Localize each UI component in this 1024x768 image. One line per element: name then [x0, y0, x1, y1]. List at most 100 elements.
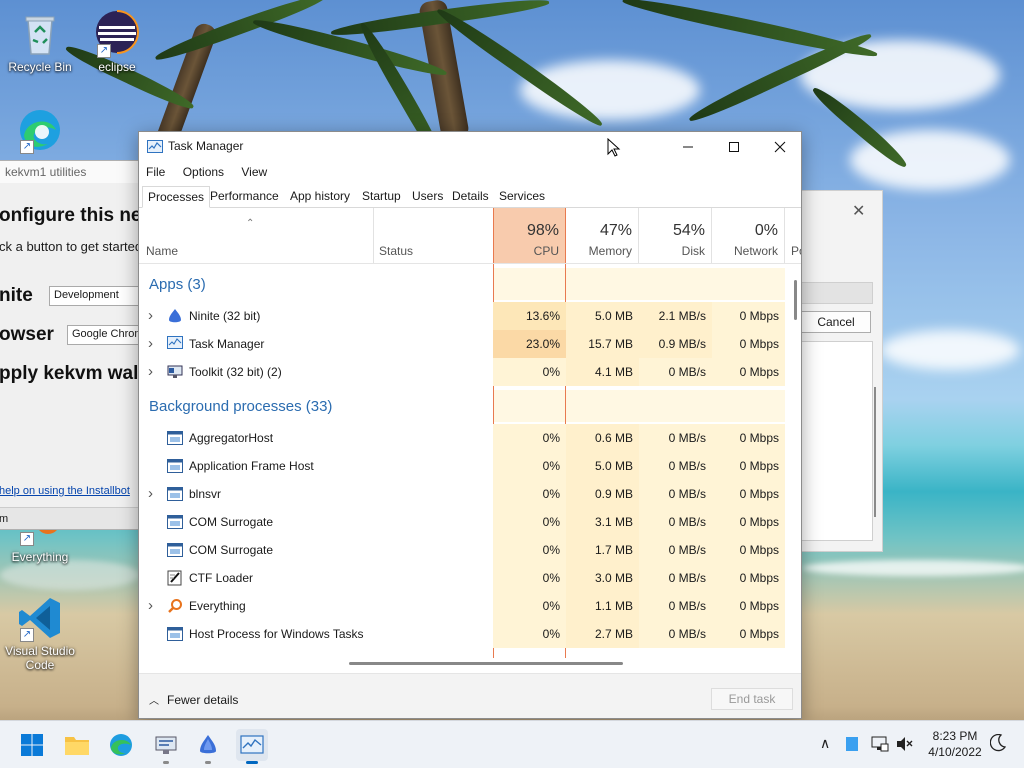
taskbar-edge[interactable]: [105, 729, 137, 761]
tab-startup[interactable]: Startup: [357, 186, 406, 208]
process-disk: 0 MB/s: [639, 424, 712, 452]
end-task-button[interactable]: End task: [711, 688, 793, 710]
process-cpu: 0%: [493, 536, 566, 564]
process-disk: 0 MB/s: [639, 592, 712, 620]
process-memory: 4.1 MB: [566, 358, 639, 386]
title-bar[interactable]: Task Manager: [139, 132, 801, 162]
cancel-button[interactable]: Cancel: [801, 311, 871, 333]
tab-processes[interactable]: Processes: [142, 186, 211, 208]
desktop-icon-recycle-bin[interactable]: Recycle Bin: [2, 10, 78, 74]
process-row[interactable]: COM Surrogate 0% 1.7 MB 0 MB/s 0 Mbps: [139, 536, 785, 564]
taskbar-toolkit[interactable]: [150, 729, 182, 764]
help-link[interactable]: help on using the Installbot: [0, 485, 130, 497]
process-name: Everything: [189, 599, 246, 613]
shortcut-arrow-icon: ↗: [20, 532, 34, 546]
installbot-footer-text: m: [0, 513, 8, 525]
group-cell-bg: [712, 268, 785, 300]
process-row[interactable]: COM Surrogate 0% 3.1 MB 0 MB/s 0 Mbps: [139, 508, 785, 536]
process-row[interactable]: › Toolkit (32 bit) (2) 0% 4.1 MB 0 MB/s 0 Mbp…: [139, 358, 785, 386]
column-name[interactable]: Name: [146, 244, 178, 258]
active-indicator: [246, 761, 258, 764]
memory-total: 47%: [599, 222, 632, 239]
desktop-icon-vscode[interactable]: ↗ Visual Studio Code: [2, 594, 78, 672]
column-status[interactable]: Status: [379, 244, 413, 258]
volume-muted-icon[interactable]: [896, 736, 914, 755]
process-row[interactable]: Host Process for Windows Tasks 0% 2.7 MB 0 …: [139, 620, 785, 648]
close-button[interactable]: [757, 132, 801, 162]
process-list[interactable]: Apps (3) › Ninite (32 bit) 13.6% 5.0 MB 2.1 M…: [139, 264, 785, 658]
fewer-details-button[interactable]: ︿ Fewer details: [149, 692, 238, 707]
expand-chevron-icon[interactable]: ›: [148, 330, 153, 358]
process-row[interactable]: AggregatorHost 0% 0.6 MB 0 MB/s 0 Mbps: [139, 424, 785, 452]
process-disk: 2.1 MB/s: [639, 302, 712, 330]
process-cpu: 0%: [493, 564, 566, 592]
tab-users[interactable]: Users: [407, 186, 448, 208]
ninite-select[interactable]: Development: [49, 286, 149, 306]
tab-performance[interactable]: Performance: [205, 186, 284, 208]
column-memory[interactable]: 47% Memory: [566, 208, 639, 263]
network-icon[interactable]: [871, 736, 889, 755]
tab-details[interactable]: Details: [447, 186, 494, 208]
tab-services[interactable]: Services: [494, 186, 550, 208]
dialog-scrollbar[interactable]: [874, 387, 876, 517]
process-disk: 0 MB/s: [639, 564, 712, 592]
column-cpu[interactable]: 98% CPU: [493, 208, 566, 263]
shortcut-arrow-icon: ↗: [20, 628, 34, 642]
menu-view[interactable]: View: [234, 162, 274, 182]
process-row[interactable]: Application Frame Host 0% 5.0 MB 0 MB/s 0 Mb…: [139, 452, 785, 480]
installbot-window[interactable]: kekvm1 utilities onfigure this ne ck a b…: [0, 160, 150, 530]
start-icon: [21, 734, 43, 756]
process-cpu: 0%: [493, 620, 566, 648]
close-icon[interactable]: ✕: [852, 201, 865, 221]
installbot-title: kekvm1 utilities: [0, 161, 149, 183]
process-name: AggregatorHost: [189, 431, 274, 445]
dialog-field[interactable]: [801, 282, 873, 304]
process-row[interactable]: › Ninite (32 bit) 13.6% 5.0 MB 2.1 MB/s 0 Mbp…: [139, 302, 785, 330]
process-name: COM Surrogate: [189, 515, 274, 529]
expand-chevron-icon[interactable]: ›: [148, 358, 153, 386]
group-cell-bg: [639, 268, 712, 300]
recycle-bin-icon: [16, 10, 64, 58]
process-row[interactable]: › blnsvr 0% 0.9 MB 0 MB/s 0 Mbps: [139, 480, 785, 508]
process-row[interactable]: CTF Loader 0% 3.0 MB 0 MB/s 0 Mbps: [139, 564, 785, 592]
column-disk[interactable]: 54% Disk: [639, 208, 712, 263]
ctf-loader-icon: [167, 570, 183, 586]
tray-app-icon[interactable]: [845, 736, 859, 755]
chevron-up-icon[interactable]: ∧: [820, 735, 830, 752]
column-network[interactable]: 0% Network: [712, 208, 785, 263]
start-button[interactable]: [16, 729, 48, 761]
expand-chevron-icon[interactable]: ›: [148, 480, 153, 508]
minimize-button[interactable]: [665, 132, 711, 162]
vertical-scrollbar[interactable]: [794, 280, 797, 320]
task-manager-window[interactable]: Task Manager File Options View Processes…: [138, 131, 802, 719]
maximize-button[interactable]: [711, 132, 757, 162]
menu-options[interactable]: Options: [176, 162, 231, 182]
process-network: 0 Mbps: [712, 564, 785, 592]
wave: [802, 560, 1024, 576]
notification-moon-icon[interactable]: [989, 733, 1007, 755]
desktop-icon-edge[interactable]: ↗: [2, 106, 78, 156]
process-name: COM Surrogate: [189, 543, 274, 557]
column-power[interactable]: Po: [791, 244, 801, 258]
process-row[interactable]: › Task Manager 23.0% 15.7 MB 0.9 MB/s 0 Mbps: [139, 330, 785, 358]
process-network: 0 Mbps: [712, 302, 785, 330]
horizontal-scrollbar[interactable]: [349, 662, 623, 665]
minimize-icon: [683, 146, 693, 148]
expand-chevron-icon[interactable]: ›: [148, 302, 153, 330]
expand-chevron-icon[interactable]: ›: [148, 592, 153, 620]
background-dialog[interactable]: ✕ Cancel: [795, 190, 883, 552]
group-header[interactable]: Background processes (33): [149, 398, 332, 415]
taskbar-ninite[interactable]: [192, 729, 224, 764]
clock[interactable]: 8:23 PM 4/10/2022: [920, 728, 990, 760]
taskbar-task-manager[interactable]: [236, 729, 268, 764]
group-header[interactable]: Apps (3): [149, 276, 206, 293]
maximize-icon: [729, 142, 739, 152]
tab-app-history[interactable]: App history: [285, 186, 355, 208]
sort-up-icon[interactable]: ⌃: [246, 218, 254, 229]
menu-file[interactable]: File: [139, 162, 172, 182]
taskbar-file-explorer[interactable]: [61, 729, 93, 761]
dialog-list[interactable]: [801, 341, 873, 541]
desktop-icon-eclipse[interactable]: ↗ eclipse: [79, 10, 155, 74]
shortcut-arrow-icon: ↗: [20, 140, 34, 154]
process-row[interactable]: › Everything 0% 1.1 MB 0 MB/s 0 Mbps: [139, 592, 785, 620]
